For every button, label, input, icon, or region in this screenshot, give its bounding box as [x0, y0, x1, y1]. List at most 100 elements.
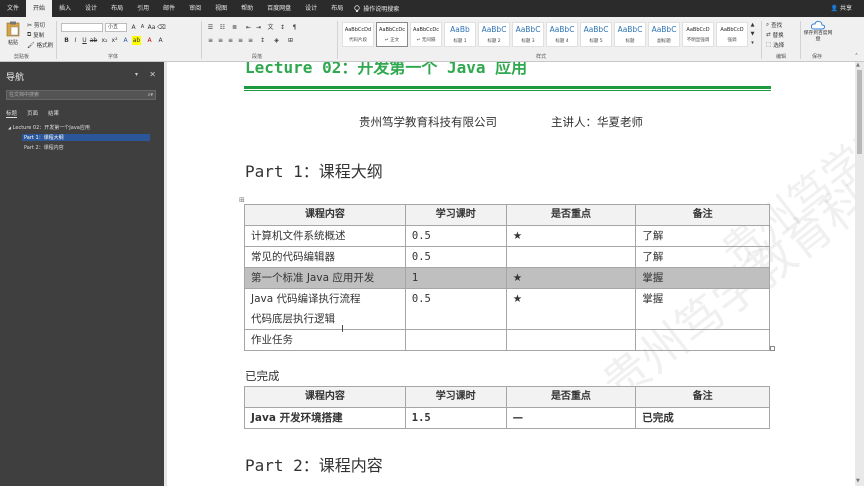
table-cell[interactable]: 0.5: [404, 288, 507, 330]
vertical-scrollbar[interactable]: ▲ ▼: [855, 62, 864, 486]
table-cell[interactable]: 了解: [635, 225, 770, 247]
style-option[interactable]: AaBb 标题 1: [444, 22, 476, 47]
table-cell[interactable]: 0.5: [404, 225, 507, 247]
tab-insert[interactable]: 插入: [52, 0, 78, 17]
char-shading-icon[interactable]: A: [156, 36, 165, 45]
scroll-up-icon[interactable]: ▲: [856, 62, 860, 68]
table-cell[interactable]: 第一个标准 Java 应用开发: [244, 267, 406, 289]
paste-button[interactable]: 粘贴: [6, 21, 20, 46]
table-cell[interactable]: 1: [404, 267, 507, 289]
table-row[interactable]: Java 开发环境搭建 1.5 — 已完成: [244, 407, 770, 429]
search-icon[interactable]: ⌕▾: [148, 91, 153, 99]
table-cell[interactable]: ★: [505, 288, 637, 330]
underline-icon[interactable]: U: [80, 36, 89, 45]
tab-table-design[interactable]: 设计: [298, 0, 324, 17]
font-size-select[interactable]: 小五: [105, 23, 127, 32]
multilevel-list-icon[interactable]: ≣: [230, 23, 239, 32]
nav-tab-headings[interactable]: 标题: [6, 109, 18, 118]
align-center-icon[interactable]: ≡: [216, 36, 225, 45]
table-cell[interactable]: ★: [505, 267, 637, 289]
font-color-icon[interactable]: A: [145, 36, 154, 45]
increase-indent-icon[interactable]: ⇥: [254, 23, 263, 32]
nav-heading-part2[interactable]: Part 2：课程内容: [24, 144, 64, 151]
distributed-icon[interactable]: ≡: [246, 36, 255, 45]
nav-search-input[interactable]: 在文档中搜索 ⌕▾: [6, 90, 156, 100]
tab-table-layout[interactable]: 布局: [324, 0, 350, 17]
style-option[interactable]: AaBbC 副标题: [648, 22, 680, 47]
tab-baidu-netdisk[interactable]: 百度网盘: [260, 0, 298, 17]
tab-home[interactable]: 开始: [26, 0, 53, 17]
font-name-select[interactable]: [61, 23, 103, 32]
italic-icon[interactable]: I: [71, 36, 80, 45]
tab-view[interactable]: 视图: [208, 0, 234, 17]
align-left-icon[interactable]: ≡: [206, 36, 215, 45]
style-option[interactable]: AaBbCcD 强调: [716, 22, 748, 47]
gallery-more-icon[interactable]: ▾: [748, 39, 757, 48]
table-cell[interactable]: 已完成: [635, 407, 770, 429]
text-effects-icon[interactable]: A: [121, 36, 130, 45]
table-cell[interactable]: [505, 246, 637, 268]
grow-font-icon[interactable]: A: [129, 23, 138, 32]
style-option[interactable]: AaBbCcD 不明显强调: [682, 22, 714, 47]
justify-icon[interactable]: ≡: [236, 36, 245, 45]
table-cell[interactable]: Java 开发环境搭建: [244, 407, 406, 429]
bold-icon[interactable]: B: [62, 36, 71, 45]
table-cell[interactable]: [404, 329, 507, 351]
sort-icon[interactable]: ↕: [278, 23, 287, 32]
table-cell[interactable]: Java 代码编译执行流程 代码底层执行逻辑: [244, 288, 406, 330]
replace-button[interactable]: ⇄ 替换: [766, 31, 784, 39]
style-option[interactable]: AaBbCcDd 代码片段: [342, 22, 374, 47]
table-cell[interactable]: [635, 329, 770, 351]
style-option[interactable]: AaBbCcDc ↵ 正文: [376, 22, 408, 47]
shading-icon[interactable]: ◈: [272, 36, 281, 45]
table-row[interactable]: 计算机文件系统概述 0.5 ★ 了解: [244, 225, 770, 247]
show-marks-icon[interactable]: ¶: [290, 23, 299, 32]
tab-design[interactable]: 设计: [78, 0, 104, 17]
tab-file[interactable]: 文件: [0, 0, 26, 17]
subscript-icon[interactable]: x₂: [100, 36, 109, 45]
save-to-baidu-button[interactable]: 保存到百度网盘: [803, 20, 833, 43]
nav-heading-part1[interactable]: Part 1：课程大纲: [22, 134, 150, 141]
gallery-down-icon[interactable]: ▼: [748, 30, 757, 39]
find-button[interactable]: ⌕ 查找: [766, 21, 782, 30]
style-option[interactable]: AaBbC 标题 3: [512, 22, 544, 47]
align-right-icon[interactable]: ≡: [226, 36, 235, 45]
table-cell[interactable]: [505, 329, 637, 351]
highlight-icon[interactable]: ab: [132, 36, 141, 45]
style-option[interactable]: AaBbC 标题 4: [546, 22, 578, 47]
table-row[interactable]: 作业任务: [244, 329, 770, 351]
document-page[interactable]: 贵州笃学教育科技有限公司 贵州笃学教育科技有限公司 Lecture 02：开发第…: [167, 62, 855, 486]
copy-button[interactable]: ⧉ 复制: [27, 31, 44, 39]
tab-help[interactable]: 帮助: [234, 0, 260, 17]
borders-icon[interactable]: ⊞: [286, 36, 295, 45]
tab-layout[interactable]: 布局: [104, 0, 130, 17]
table-cell[interactable]: 计算机文件系统概述: [244, 225, 406, 247]
cut-button[interactable]: ✂ 剪切: [27, 21, 45, 30]
table-cell[interactable]: 掌握: [635, 267, 770, 289]
line-spacing-icon[interactable]: ↕: [258, 36, 267, 45]
table-row[interactable]: Java 代码编译执行流程 代码底层执行逻辑 0.5 ★ 掌握: [244, 288, 770, 330]
table-cell[interactable]: 作业任务: [244, 329, 406, 351]
table-cell[interactable]: 1.5: [404, 407, 507, 429]
collapse-ribbon-icon[interactable]: ⌃: [852, 52, 861, 61]
bullets-icon[interactable]: ☰: [206, 23, 215, 32]
share-button[interactable]: 👤 共享: [831, 0, 852, 17]
format-painter-button[interactable]: 🖌 格式刷: [27, 41, 53, 50]
superscript-icon[interactable]: x²: [110, 36, 119, 45]
decrease-indent-icon[interactable]: ⇤: [244, 23, 253, 32]
style-option[interactable]: AaBbC 标题: [614, 22, 646, 47]
clear-format-icon[interactable]: ⌫: [157, 23, 166, 32]
nav-heading-lecture[interactable]: ◢ Lecture 02：开发第一个Java应用: [8, 124, 90, 131]
tab-mailings[interactable]: 邮件: [156, 0, 182, 17]
scroll-down-icon[interactable]: ▼: [856, 478, 860, 484]
shrink-font-icon[interactable]: A: [138, 23, 147, 32]
table-row-selected[interactable]: 第一个标准 Java 应用开发 1 ★ 掌握: [244, 267, 770, 289]
numbering-icon[interactable]: ☷: [218, 23, 227, 32]
nav-tab-results[interactable]: 结果: [48, 109, 59, 118]
table-cell[interactable]: 0.5: [404, 246, 507, 268]
table-cell[interactable]: ★: [505, 225, 637, 247]
table-row[interactable]: 常见的代码编辑器 0.5 了解: [244, 246, 770, 268]
table-cell[interactable]: —: [505, 407, 637, 429]
style-option[interactable]: AaBbCcDc ↵ 无间隔: [410, 22, 442, 47]
close-icon[interactable]: ✕: [149, 70, 156, 79]
